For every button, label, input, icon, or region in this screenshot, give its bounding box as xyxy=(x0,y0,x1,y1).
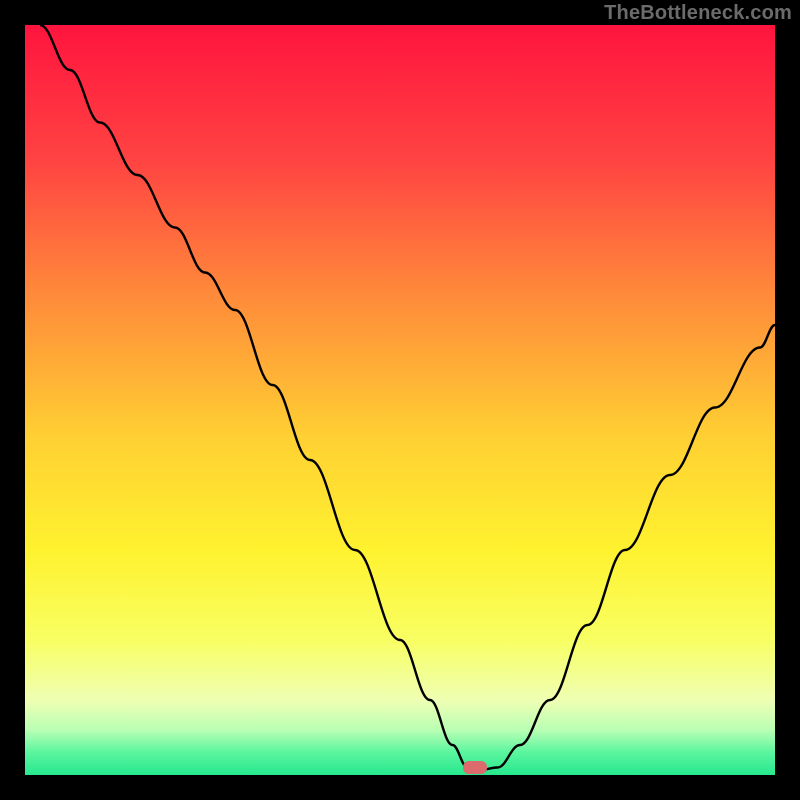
bottleneck-chart-svg xyxy=(25,25,775,775)
gradient-background xyxy=(25,25,775,775)
chart-frame: TheBottleneck.com xyxy=(0,0,800,800)
watermark-label: TheBottleneck.com xyxy=(604,2,792,25)
optimal-marker xyxy=(463,761,487,774)
plot-area xyxy=(25,25,775,775)
